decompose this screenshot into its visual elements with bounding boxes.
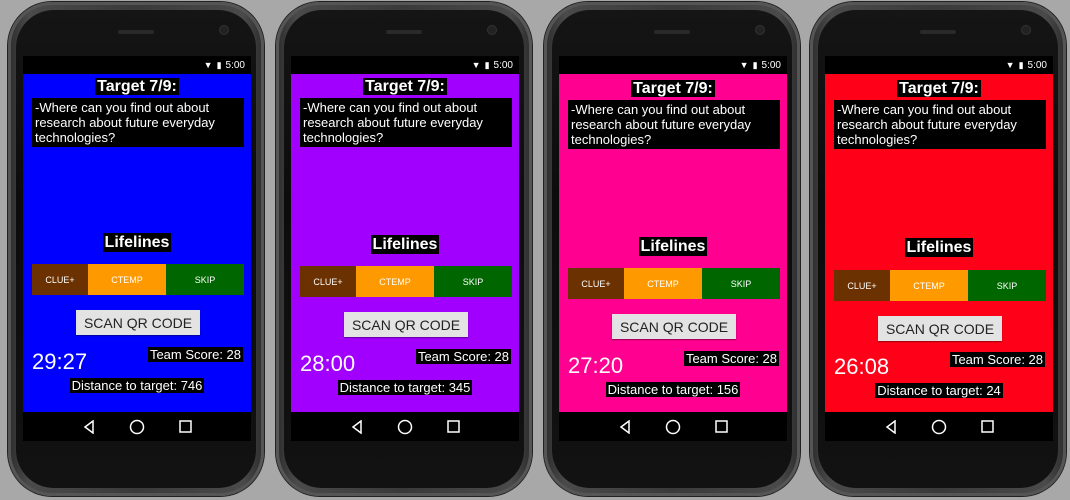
- status-time: 5:00: [225, 59, 245, 71]
- status-bar: ▼ ▮ 5:00: [825, 56, 1053, 74]
- clue-plus-button[interactable]: CLUE+: [300, 266, 356, 297]
- recents-icon[interactable]: [442, 416, 464, 438]
- home-icon[interactable]: [394, 416, 416, 438]
- screen-2: ▼ ▮ 5:00 Target 7/9: -Where can you find…: [291, 56, 519, 441]
- target-title: Target 7/9:: [95, 78, 179, 95]
- target-title: Target 7/9:: [897, 80, 981, 97]
- target-question: -Where can you find out about research a…: [568, 100, 780, 149]
- lifelines-title: Lifelines: [904, 238, 974, 257]
- back-icon[interactable]: [346, 416, 368, 438]
- back-icon[interactable]: [880, 416, 902, 438]
- timer: 27:20: [568, 353, 624, 378]
- nav-bar: [559, 412, 787, 441]
- target-title: Target 7/9:: [363, 78, 447, 95]
- phone-3: ▼ ▮ 5:00 Target 7/9: -Where can you find…: [544, 2, 800, 496]
- distance-to-target: Distance to target: 345: [337, 380, 473, 395]
- ctemp-button[interactable]: CTEMP: [890, 270, 968, 301]
- recents-icon[interactable]: [710, 416, 732, 438]
- app-area: Target 7/9: -Where can you find out abou…: [23, 74, 251, 412]
- distance-to-target: Distance to target: 24: [875, 383, 1003, 398]
- nav-bar: [23, 412, 251, 441]
- target-question: -Where can you find out about research a…: [32, 98, 244, 147]
- battery-icon: ▮: [1018, 59, 1024, 70]
- back-icon[interactable]: [78, 416, 100, 438]
- screen-3: ▼ ▮ 5:00 Target 7/9: -Where can you find…: [559, 56, 787, 441]
- nav-bar: [291, 412, 519, 441]
- skip-button[interactable]: SKIP: [166, 264, 244, 295]
- phone-4: ▼ ▮ 5:00 Target 7/9: -Where can you find…: [810, 2, 1066, 496]
- home-icon[interactable]: [126, 416, 148, 438]
- timer: 29:27: [32, 349, 88, 374]
- ctemp-button[interactable]: CTEMP: [356, 266, 434, 297]
- timer: 26:08: [834, 354, 890, 379]
- lifelines-title: Lifelines: [102, 233, 172, 252]
- status-time: 5:00: [493, 59, 513, 71]
- wifi-icon: ▼: [471, 59, 481, 70]
- wifi-icon: ▼: [203, 59, 213, 70]
- app-area: Target 7/9: -Where can you find out abou…: [825, 74, 1053, 412]
- screen-1: ▼ ▮ 5:00 Target 7/9: -Where can you find…: [23, 56, 251, 441]
- wifi-icon: ▼: [739, 59, 749, 70]
- screen-4: ▼ ▮ 5:00 Target 7/9: -Where can you find…: [825, 56, 1053, 441]
- skip-button[interactable]: SKIP: [434, 266, 512, 297]
- clue-plus-button[interactable]: CLUE+: [834, 270, 890, 301]
- ctemp-button[interactable]: CTEMP: [88, 264, 166, 295]
- skip-button[interactable]: SKIP: [968, 270, 1046, 301]
- clue-plus-button[interactable]: CLUE+: [568, 268, 624, 299]
- recents-icon[interactable]: [174, 416, 196, 438]
- battery-icon: ▮: [752, 59, 758, 70]
- scan-qr-button[interactable]: SCAN QR CODE: [878, 316, 1002, 341]
- phone-2: ▼ ▮ 5:00 Target 7/9: -Where can you find…: [276, 2, 532, 496]
- scan-qr-button[interactable]: SCAN QR CODE: [76, 310, 200, 335]
- lifelines-bar: CLUE+ CTEMP SKIP: [32, 264, 244, 295]
- recents-icon[interactable]: [976, 416, 998, 438]
- wifi-icon: ▼: [1005, 59, 1015, 70]
- ctemp-button[interactable]: CTEMP: [624, 268, 702, 299]
- target-question: -Where can you find out about research a…: [834, 100, 1046, 149]
- skip-button[interactable]: SKIP: [702, 268, 780, 299]
- home-icon[interactable]: [928, 416, 950, 438]
- target-title: Target 7/9:: [631, 80, 715, 97]
- home-icon[interactable]: [662, 416, 684, 438]
- target-question: -Where can you find out about research a…: [300, 98, 512, 147]
- app-area: Target 7/9: -Where can you find out abou…: [559, 74, 787, 412]
- lifelines-title: Lifelines: [370, 235, 440, 254]
- phone-1: ▼ ▮ 5:00 Target 7/9: -Where can you find…: [8, 2, 264, 496]
- scan-qr-button[interactable]: SCAN QR CODE: [612, 314, 736, 339]
- clue-plus-button[interactable]: CLUE+: [32, 264, 88, 295]
- lifelines-bar: CLUE+ CTEMP SKIP: [834, 270, 1046, 301]
- nav-bar: [825, 412, 1053, 441]
- team-score: Team Score: 28: [147, 347, 243, 362]
- timer: 28:00: [300, 351, 356, 376]
- distance-to-target: Distance to target: 746: [69, 378, 205, 393]
- lifelines-bar: CLUE+ CTEMP SKIP: [568, 268, 780, 299]
- lifelines-bar: CLUE+ CTEMP SKIP: [300, 266, 512, 297]
- status-time: 5:00: [761, 59, 781, 71]
- distance-to-target: Distance to target: 156: [605, 382, 741, 397]
- back-icon[interactable]: [614, 416, 636, 438]
- team-score: Team Score: 28: [415, 349, 511, 364]
- app-area: Target 7/9: -Where can you find out abou…: [291, 74, 519, 412]
- team-score: Team Score: 28: [683, 351, 779, 366]
- battery-icon: ▮: [216, 59, 222, 70]
- team-score: Team Score: 28: [949, 352, 1045, 367]
- status-time: 5:00: [1027, 59, 1047, 71]
- status-bar: ▼ ▮ 5:00: [291, 56, 519, 74]
- status-bar: ▼ ▮ 5:00: [559, 56, 787, 74]
- battery-icon: ▮: [484, 59, 490, 70]
- lifelines-title: Lifelines: [638, 237, 708, 256]
- status-bar: ▼ ▮ 5:00: [23, 56, 251, 74]
- scan-qr-button[interactable]: SCAN QR CODE: [344, 312, 468, 337]
